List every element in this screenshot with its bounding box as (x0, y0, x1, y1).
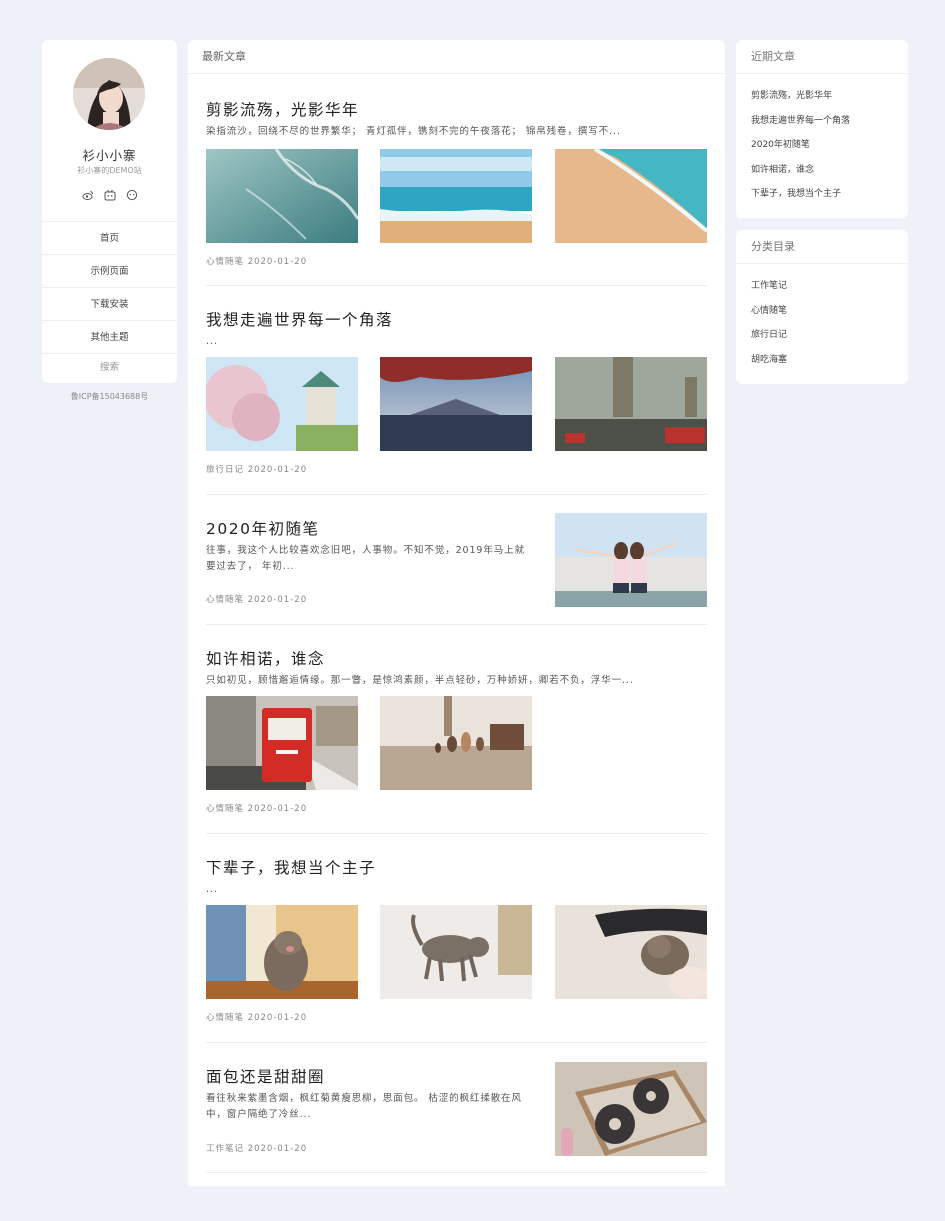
site-description: 衫小寨的DEMO站 (77, 166, 142, 175)
bilibili-icon[interactable] (104, 186, 116, 201)
post-meta: 心情随笔 2020-01-20 (206, 595, 308, 605)
latest-posts-card: 最新文章 剪影流殇，光影华年 染指流沙，回绕不尽的世界繁华； 青灯孤伴，镌刻不完… (188, 40, 725, 1186)
post-excerpt: 染指流沙，回绕不尽的世界繁华； 青灯孤伴，镌刻不完的午夜落花； 锦帛残卷，撰写不… (206, 126, 621, 137)
category-link[interactable]: 工作笔记 (751, 276, 908, 301)
recent-post-link[interactable]: 2020年初随笔 (751, 135, 908, 160)
post-meta: 心情随笔 2020-01-20 (206, 804, 308, 814)
post-title[interactable]: 2020年初随笔 (206, 517, 319, 539)
weibo-icon[interactable] (82, 186, 94, 200)
post-title[interactable]: 剪影流殇，光影华年 (206, 98, 359, 120)
post-excerpt: 看往秋来紫墨含烟，枫红菊黄瘦思柳，思面包。 枯涩的枫红揉散在风中，窗户隔绝了冷丝… (206, 1093, 522, 1120)
search-button[interactable]: 搜索 (42, 353, 177, 383)
castle-sakura-photo[interactable] (206, 357, 358, 451)
post-excerpt: ... (206, 884, 218, 895)
categories-list: 工作笔记 心情随笔 旅行日记 胡吃海塞 (736, 264, 908, 374)
post-item: 如许相诺，谁念 只如初见，顾惜邂逅情缘。那一瞥，是惊鸿素颜，半点轻砂，万种娇妍，… (206, 625, 707, 834)
donuts-photo[interactable] (555, 1062, 707, 1156)
profile-card: 衫小小寨 衫小寨的DEMO站 首页 示例页面 下载安装 其他主题 搜索 (42, 40, 177, 383)
zhihu-icon[interactable] (126, 186, 138, 201)
categories-widget: 分类目录 工作笔记 心情随笔 旅行日记 胡吃海塞 (736, 230, 908, 384)
post-excerpt: ... (206, 336, 218, 347)
beach-photo[interactable] (380, 149, 532, 243)
category-link[interactable]: 心情随笔 (751, 301, 908, 326)
post-item: 面包还是甜甜圈 看往秋来紫墨含烟，枫红菊黄瘦思柳，思面包。 枯涩的枫红揉散在风中… (206, 1043, 707, 1173)
post-meta: 心情随笔 2020-01-20 (206, 257, 308, 267)
post-title[interactable]: 如许相诺，谁念 (206, 647, 325, 669)
menu-item-sample-page[interactable]: 示例页面 (42, 254, 177, 287)
post-meta: 旅行日记 2020-01-20 (206, 465, 308, 475)
post-item: 我想走遍世界每一个角落 ... 旅行日记 2020-01-20 (206, 286, 707, 495)
recent-posts-widget: 近期文章 剪影流殇，光影华年 我想走遍世界每一个角落 2020年初随笔 如许相诺… (736, 40, 908, 218)
post-item: 下辈子，我想当个主子 ... 心情随笔 2020-01-20 (206, 834, 707, 1043)
post-meta: 心情随笔 2020-01-20 (206, 1013, 308, 1023)
menu-item-download[interactable]: 下载安装 (42, 287, 177, 320)
shore-photo[interactable] (555, 149, 707, 243)
post-title[interactable]: 面包还是甜甜圈 (206, 1065, 325, 1087)
recent-post-link[interactable]: 我想走遍世界每一个角落 (751, 111, 908, 136)
menu-item-home[interactable]: 首页 (42, 221, 177, 254)
social-links (42, 186, 177, 201)
waves-photo[interactable] (206, 149, 358, 243)
kitten-yawn-photo[interactable] (206, 905, 358, 999)
recent-post-link[interactable]: 剪影流殇，光影华年 (751, 86, 908, 111)
recent-posts-list: 剪影流殇，光影华年 我想走遍世界每一个角落 2020年初随笔 如许相诺，谁念 下… (736, 74, 908, 209)
recent-post-link[interactable]: 如许相诺，谁念 (751, 160, 908, 185)
post-title[interactable]: 下辈子，我想当个主子 (206, 856, 376, 878)
post-excerpt: 只如初见，顾惜邂逅情缘。那一瞥，是惊鸿素颜，半点轻砂，万种娇妍，卿若不负，浮华一… (206, 675, 634, 686)
post-meta: 工作笔记 2020-01-20 (206, 1144, 308, 1154)
figurines-photo[interactable] (380, 696, 532, 790)
post-box-photo[interactable] (206, 696, 358, 790)
recent-posts-title: 近期文章 (736, 40, 908, 74)
avatar[interactable] (73, 58, 145, 130)
post-title[interactable]: 我想走遍世界每一个角落 (206, 308, 393, 330)
post-item: 剪影流殇，光影华年 染指流沙，回绕不尽的世界繁华； 青灯孤伴，镌刻不完的午夜落花… (206, 92, 707, 286)
mount-fuji-photo[interactable] (380, 357, 532, 451)
recent-post-link[interactable]: 下辈子，我想当个主子 (751, 184, 908, 209)
icp-record[interactable]: 鲁ICP备15043688号 (42, 391, 177, 402)
category-link[interactable]: 胡吃海塞 (751, 350, 908, 375)
latest-posts-header: 最新文章 (188, 40, 725, 74)
kitten-walk-photo[interactable] (380, 905, 532, 999)
post-item: 2020年初随笔 往事，我这个人比较喜欢念旧吧，人事物。不知不觉，2019年马上… (206, 495, 707, 625)
menu-item-other-themes[interactable]: 其他主题 (42, 320, 177, 353)
categories-title: 分类目录 (736, 230, 908, 264)
site-name: 衫小小寨 (82, 148, 137, 163)
kitten-hide-photo[interactable] (555, 905, 707, 999)
rainy-london-photo[interactable] (555, 357, 707, 451)
friends-photo[interactable] (555, 513, 707, 607)
main-menu: 首页 示例页面 下载安装 其他主题 搜索 (42, 221, 177, 383)
category-link[interactable]: 旅行日记 (751, 325, 908, 350)
post-excerpt: 往事，我这个人比较喜欢念旧吧，人事物。不知不觉，2019年马上就要过去了， 年初… (206, 545, 525, 572)
